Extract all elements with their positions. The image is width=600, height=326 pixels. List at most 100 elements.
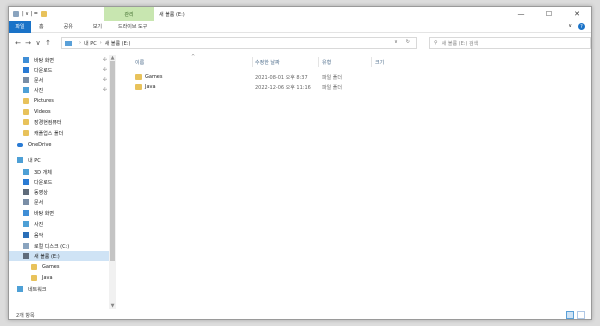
download-icon [23,67,29,73]
sidebar-item[interactable]: 음악 [9,230,109,240]
videos-icon [23,189,29,195]
sidebar-item-label: 내 PC [28,157,41,164]
sort-indicator: ^ [191,54,196,60]
column-header-size[interactable]: 크기 [375,59,384,66]
folder-icon [135,84,142,90]
sidebar-item-label: Java [42,275,53,281]
tab-home[interactable]: 홈 [31,21,50,33]
sidebar-item[interactable]: 3D 개체 [9,167,109,177]
quick-access-controls[interactable]: | ∨ | = [22,11,38,17]
column-divider[interactable] [371,57,372,67]
folder-icon [31,264,37,270]
pin-icon: ✢ [102,57,107,63]
address-dropdown-button[interactable]: ∨ [394,39,398,45]
tab-file[interactable]: 파일 [9,20,31,33]
desktop-icon [23,57,29,63]
refresh-button[interactable]: ↻ [406,39,410,45]
sidebar-item[interactable]: 동영상 [9,187,109,197]
sidebar-item-label: 다운로드 [34,67,53,74]
sidebar-item[interactable]: 네트워크 [9,284,109,294]
address-row: ← → ∨ ↑ › 내 PC › 새 볼륨 (E:) ∨ ↻ ⚲ 새 볼륨 (E… [9,35,591,51]
sidebar-item[interactable]: 문서 ✢ [9,75,109,85]
folder-icon [23,98,29,104]
address-bar[interactable]: › 내 PC › 새 볼륨 (E:) ∨ ↻ [61,37,417,49]
maximize-button[interactable]: ☐ [535,7,563,21]
sidebar-item[interactable]: Java [9,273,109,283]
sidebar-item[interactable]: 캐플업스 폴더 [9,128,109,138]
sidebar-item[interactable]: 다운로드 [9,177,109,187]
sidebar-item-label: 새 볼륨 (E:) [34,253,60,260]
scrollbar-thumb[interactable] [110,61,115,261]
minimize-button[interactable]: — [507,7,535,21]
file-name: Games [145,74,163,80]
sidebar-item[interactable]: 바탕 화면 ✢ [9,55,109,65]
sidebar-item-label: Videos [34,109,51,115]
sidebar-item[interactable]: Pictures [9,96,109,106]
pictures-icon [23,221,29,227]
sidebar-item[interactable]: Videos [9,107,109,117]
forward-button[interactable]: → [23,39,33,47]
sidebar-item-label: 장경현컴퓨터 [34,119,62,126]
sidebar-item-label: 로컬 디스크 (C:) [34,243,70,250]
sidebar-item-label: Games [42,264,60,270]
sidebar-item[interactable]: 내 PC [9,155,109,165]
sidebar-item-label: 사진 [34,221,44,228]
sidebar-item[interactable]: OneDrive [9,140,109,150]
breadcrumb-this-pc[interactable]: 내 PC [84,40,97,47]
recent-locations-button[interactable]: ∨ [33,39,43,47]
column-header-name[interactable]: 이름 [135,59,144,66]
sidebar-item-label: 사진 [34,87,44,94]
help-icon[interactable]: ? [578,23,585,30]
breadcrumb-volume-e[interactable]: 새 볼륨 (E:) [105,40,131,47]
documents-icon [23,199,29,205]
search-placeholder: 새 볼륨 (E:) 검색 [441,40,479,47]
drive-icon [23,253,29,259]
tab-drive-tools[interactable]: 드라이브 도구 [108,21,153,33]
up-button[interactable]: ↑ [43,39,53,47]
details-view-button[interactable] [566,311,574,319]
3d-objects-icon [23,169,29,175]
download-icon [23,179,29,185]
sidebar-item[interactable]: 로컬 디스크 (C:) [9,241,109,251]
music-icon [23,232,29,238]
column-header-type[interactable]: 유형 [322,59,331,66]
file-row[interactable]: Java 2022-12-06 오후 11:16 파일 폴더 [121,83,421,92]
pin-icon: ✢ [102,77,107,83]
search-box[interactable]: ⚲ 새 볼륨 (E:) 검색 [429,37,591,49]
file-row[interactable]: Games 2021-08-01 오후 8:37 파일 폴더 [121,73,421,82]
sidebar-item-label: 다운로드 [34,179,53,186]
network-icon [17,286,23,292]
sidebar-item[interactable]: 장경현컴퓨터 [9,117,109,127]
close-button[interactable]: ✕ [563,7,591,21]
ribbon-controls: ∨ ? [568,23,585,30]
column-divider[interactable] [252,57,253,67]
sidebar-item[interactable]: 바탕 화면 [9,208,109,218]
sidebar-item-label: 캐플업스 폴더 [34,130,64,137]
file-date: 2022-12-06 오후 11:16 [255,85,311,91]
address-controls: ∨ ↻ [394,39,410,45]
sidebar-item[interactable]: 새 볼륨 (E:) [9,251,109,261]
tab-share[interactable]: 공유 [50,21,79,33]
pictures-icon [23,87,29,93]
sidebar-item[interactable]: 다운로드 ✢ [9,65,109,75]
tab-view[interactable]: 보기 [79,21,108,33]
ribbon-expand-button[interactable]: ∨ [568,23,572,30]
pin-icon: ✢ [102,87,107,93]
explorer-window: | ∨ | = 관리 새 볼륨 (E:) — ☐ ✕ 파일 홈 공유 보기 드라… [8,6,592,320]
sidebar-item[interactable]: 문서 [9,197,109,207]
sidebar-item[interactable]: 사진 ✢ [9,85,109,95]
window-controls: — ☐ ✕ [507,7,591,21]
column-header-date[interactable]: 수정한 날짜 [255,59,280,66]
column-divider[interactable] [318,57,319,67]
pc-icon [17,157,23,163]
back-button[interactable]: ← [13,39,23,47]
folder-icon [23,130,29,136]
navigation-scrollbar[interactable]: ▲ ▼ [109,55,116,309]
tab-manage[interactable]: 관리 [104,7,154,21]
folder-icon [23,109,29,115]
sidebar-item[interactable]: Games [9,262,109,272]
sidebar-item-label: OneDrive [28,142,52,148]
large-icons-view-button[interactable] [577,311,585,319]
title-bar: | ∨ | = 관리 새 볼륨 (E:) — ☐ ✕ [9,7,591,21]
sidebar-item[interactable]: 사진 [9,219,109,229]
